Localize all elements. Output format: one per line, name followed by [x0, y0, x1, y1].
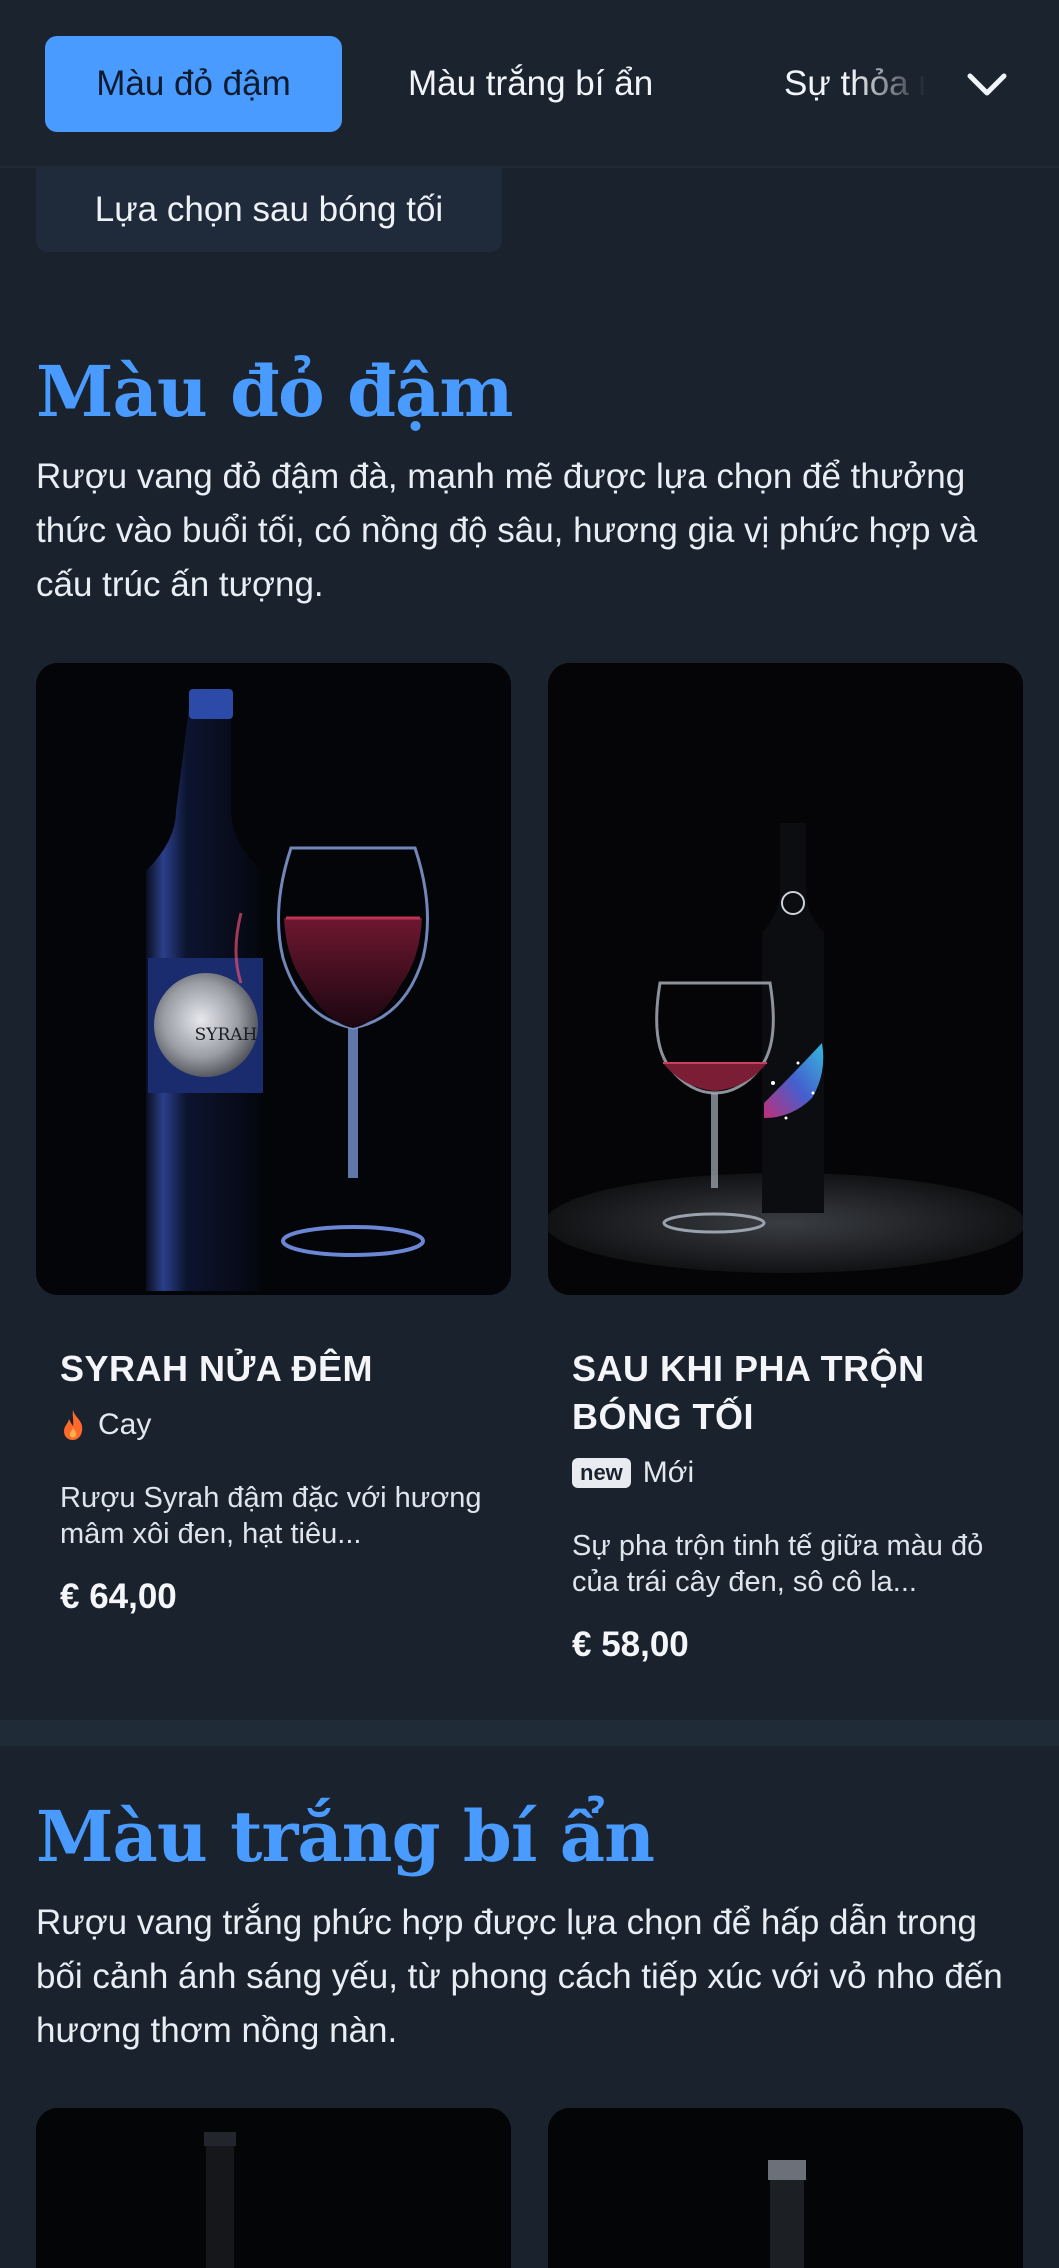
new-badge: new — [572, 1458, 631, 1488]
chevron-down-icon[interactable] — [962, 60, 1012, 110]
product-tag: Cay — [60, 1408, 151, 1442]
product-tag: new Mới — [572, 1456, 694, 1490]
product-name[interactable]: SAU KHI PHA TRỘN BÓNG TỐI — [572, 1345, 1012, 1441]
product-tag-label: Cay — [98, 1408, 152, 1441]
product-name[interactable]: SYRAH NỬA ĐÊM — [60, 1345, 500, 1393]
section-description: Rượu vang đỏ đậm đà, mạnh mẽ được lựa ch… — [36, 457, 978, 604]
product-description: Rượu Syrah đậm đặc với hương mâm xôi đen… — [60, 1482, 482, 1550]
section-description: Rượu vang trắng phức hợp được lựa chọn đ… — [36, 1903, 1003, 2050]
section-title: Màu trắng bí ẩn — [36, 1795, 655, 1878]
tab-red-wine[interactable]: Màu đỏ đậm — [45, 36, 342, 132]
product-tag-label: Mới — [642, 1456, 695, 1489]
section-divider — [0, 1720, 1059, 1746]
tab-after-dark-selection[interactable]: Lựa chọn sau bóng tối — [36, 168, 502, 252]
tab-white-wine[interactable]: Màu trắng bí ẩn — [408, 36, 653, 132]
tab-satisfaction[interactable]: Sự thỏa mãn — [784, 36, 934, 132]
product-image[interactable] — [548, 2108, 1023, 2268]
product-description: Sự pha trộn tinh tế giữa màu đỏ của trái… — [572, 1530, 984, 1598]
svg-text:SYRAH: SYRAH — [195, 1025, 258, 1045]
product-image[interactable] — [36, 2108, 511, 2268]
product-price: € 58,00 — [572, 1625, 689, 1664]
product-image[interactable] — [548, 663, 1023, 1295]
product-price: € 64,00 — [60, 1577, 177, 1616]
section-title: Màu đỏ đậm — [36, 350, 513, 433]
flame-icon — [64, 1410, 83, 1440]
product-image[interactable]: SYRAH — [36, 663, 511, 1295]
category-nav: Màu đỏ đậm Màu trắng bí ẩn Sự thỏa mãn — [0, 0, 1059, 168]
